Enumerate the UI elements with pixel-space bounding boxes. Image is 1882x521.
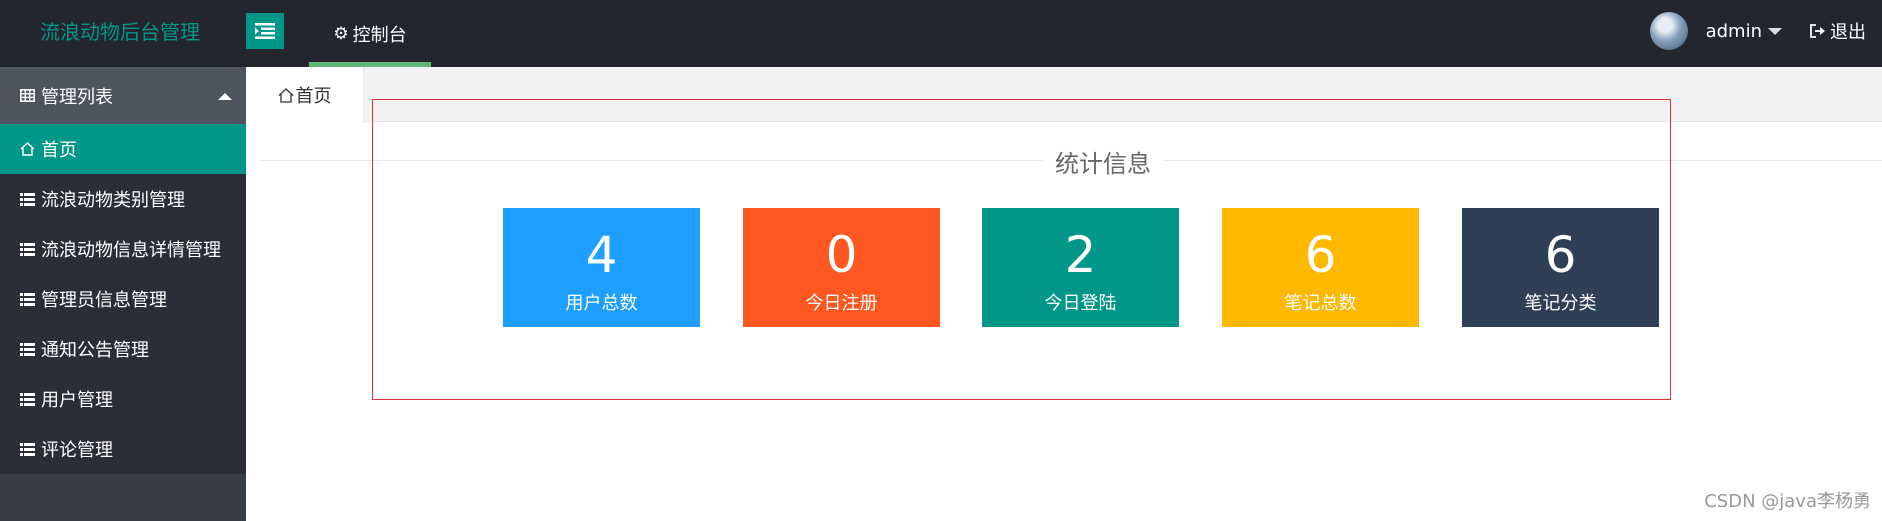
nav-console-label: 控制台	[352, 24, 407, 46]
top-header: 流浪动物后台管理 ⚙ 控制台 admin 退出	[0, 0, 1882, 67]
tab-home-label: 首页	[295, 86, 332, 107]
stat-card-users-total[interactable]: 4 用户总数	[503, 208, 700, 327]
nav-console-tab[interactable]: ⚙ 控制台	[309, 0, 431, 67]
stat-label: 今日登陆	[1044, 293, 1117, 314]
sidebar-item-admin-info[interactable]: 管理员信息管理	[0, 274, 246, 324]
stat-value: 0	[825, 226, 858, 284]
user-name: admin	[1705, 20, 1762, 42]
list-icon	[20, 292, 35, 306]
watermark: CSDN @java李杨勇	[1704, 491, 1871, 512]
sidebar-group-title: 管理列表	[41, 86, 113, 108]
home-icon	[20, 142, 35, 156]
sidebar-group-header[interactable]: 管理列表	[0, 67, 246, 124]
user-menu-button[interactable]: admin	[1706, 21, 1782, 42]
stat-label: 笔记分类	[1524, 293, 1597, 314]
sidebar-item-users[interactable]: 用户管理	[0, 374, 246, 424]
stat-value: 4	[585, 226, 618, 284]
stat-card-today-register[interactable]: 0 今日注册	[743, 208, 940, 327]
sidebar-item-label: 管理员信息管理	[41, 290, 167, 311]
user-area: admin 退出	[1649, 0, 1882, 62]
logout-icon	[1810, 24, 1825, 38]
stat-card-notes-total[interactable]: 6 笔记总数	[1222, 208, 1419, 327]
tab-bar: 首页	[246, 67, 1882, 123]
sidebar-item-animal-category[interactable]: 流浪动物类别管理	[0, 174, 246, 224]
sidebar-item-home[interactable]: 首页	[0, 124, 246, 174]
sidebar-item-label: 用户管理	[41, 390, 113, 411]
sidebar-item-notice[interactable]: 通知公告管理	[0, 324, 246, 374]
gear-icon: ⚙	[333, 23, 349, 44]
chevron-up-icon[interactable]	[218, 93, 232, 100]
stat-label: 今日注册	[805, 293, 878, 314]
logout-button[interactable]: 退出	[1810, 18, 1866, 44]
stat-card-today-login[interactable]: 2 今日登陆	[982, 208, 1179, 327]
stat-value: 2	[1064, 226, 1097, 284]
sidebar-item-label: 评论管理	[41, 440, 113, 461]
sidebar-item-label: 流浪动物信息详情管理	[41, 240, 221, 261]
sidebar-item-label: 流浪动物类别管理	[41, 190, 185, 211]
list-icon	[20, 192, 35, 206]
list-icon	[20, 342, 35, 356]
chevron-down-icon	[1768, 27, 1782, 35]
sidebar-item-comments[interactable]: 评论管理	[0, 424, 246, 474]
stat-value: 6	[1304, 226, 1337, 284]
sidebar-item-label: 通知公告管理	[41, 340, 149, 361]
list-icon	[20, 392, 35, 406]
table-icon	[20, 89, 35, 102]
stats-title: 统计信息	[1043, 144, 1163, 179]
home-icon	[278, 87, 293, 103]
sidebar: 管理列表 首页 流浪动物类别管理 流浪动物信息详情管理 管理员信息管理 通知公告…	[0, 67, 246, 521]
list-icon	[20, 442, 35, 456]
sidebar-item-animal-detail[interactable]: 流浪动物信息详情管理	[0, 224, 246, 274]
stat-label: 用户总数	[565, 293, 638, 314]
app-logo[interactable]: 流浪动物后台管理	[40, 16, 200, 45]
menu-toggle-button[interactable]	[246, 13, 284, 49]
stat-card-note-categories[interactable]: 6 笔记分类	[1462, 208, 1659, 327]
sidebar-menu: 首页 流浪动物类别管理 流浪动物信息详情管理 管理员信息管理 通知公告管理 用户…	[0, 124, 246, 474]
avatar[interactable]	[1649, 12, 1688, 50]
logout-label: 退出	[1830, 22, 1866, 43]
list-icon	[20, 242, 35, 256]
tab-home[interactable]: 首页	[246, 67, 364, 123]
stat-label: 笔记总数	[1284, 293, 1357, 314]
stat-value: 6	[1544, 226, 1577, 284]
sidebar-item-label: 首页	[41, 140, 77, 161]
menu-indent-icon	[255, 23, 275, 39]
